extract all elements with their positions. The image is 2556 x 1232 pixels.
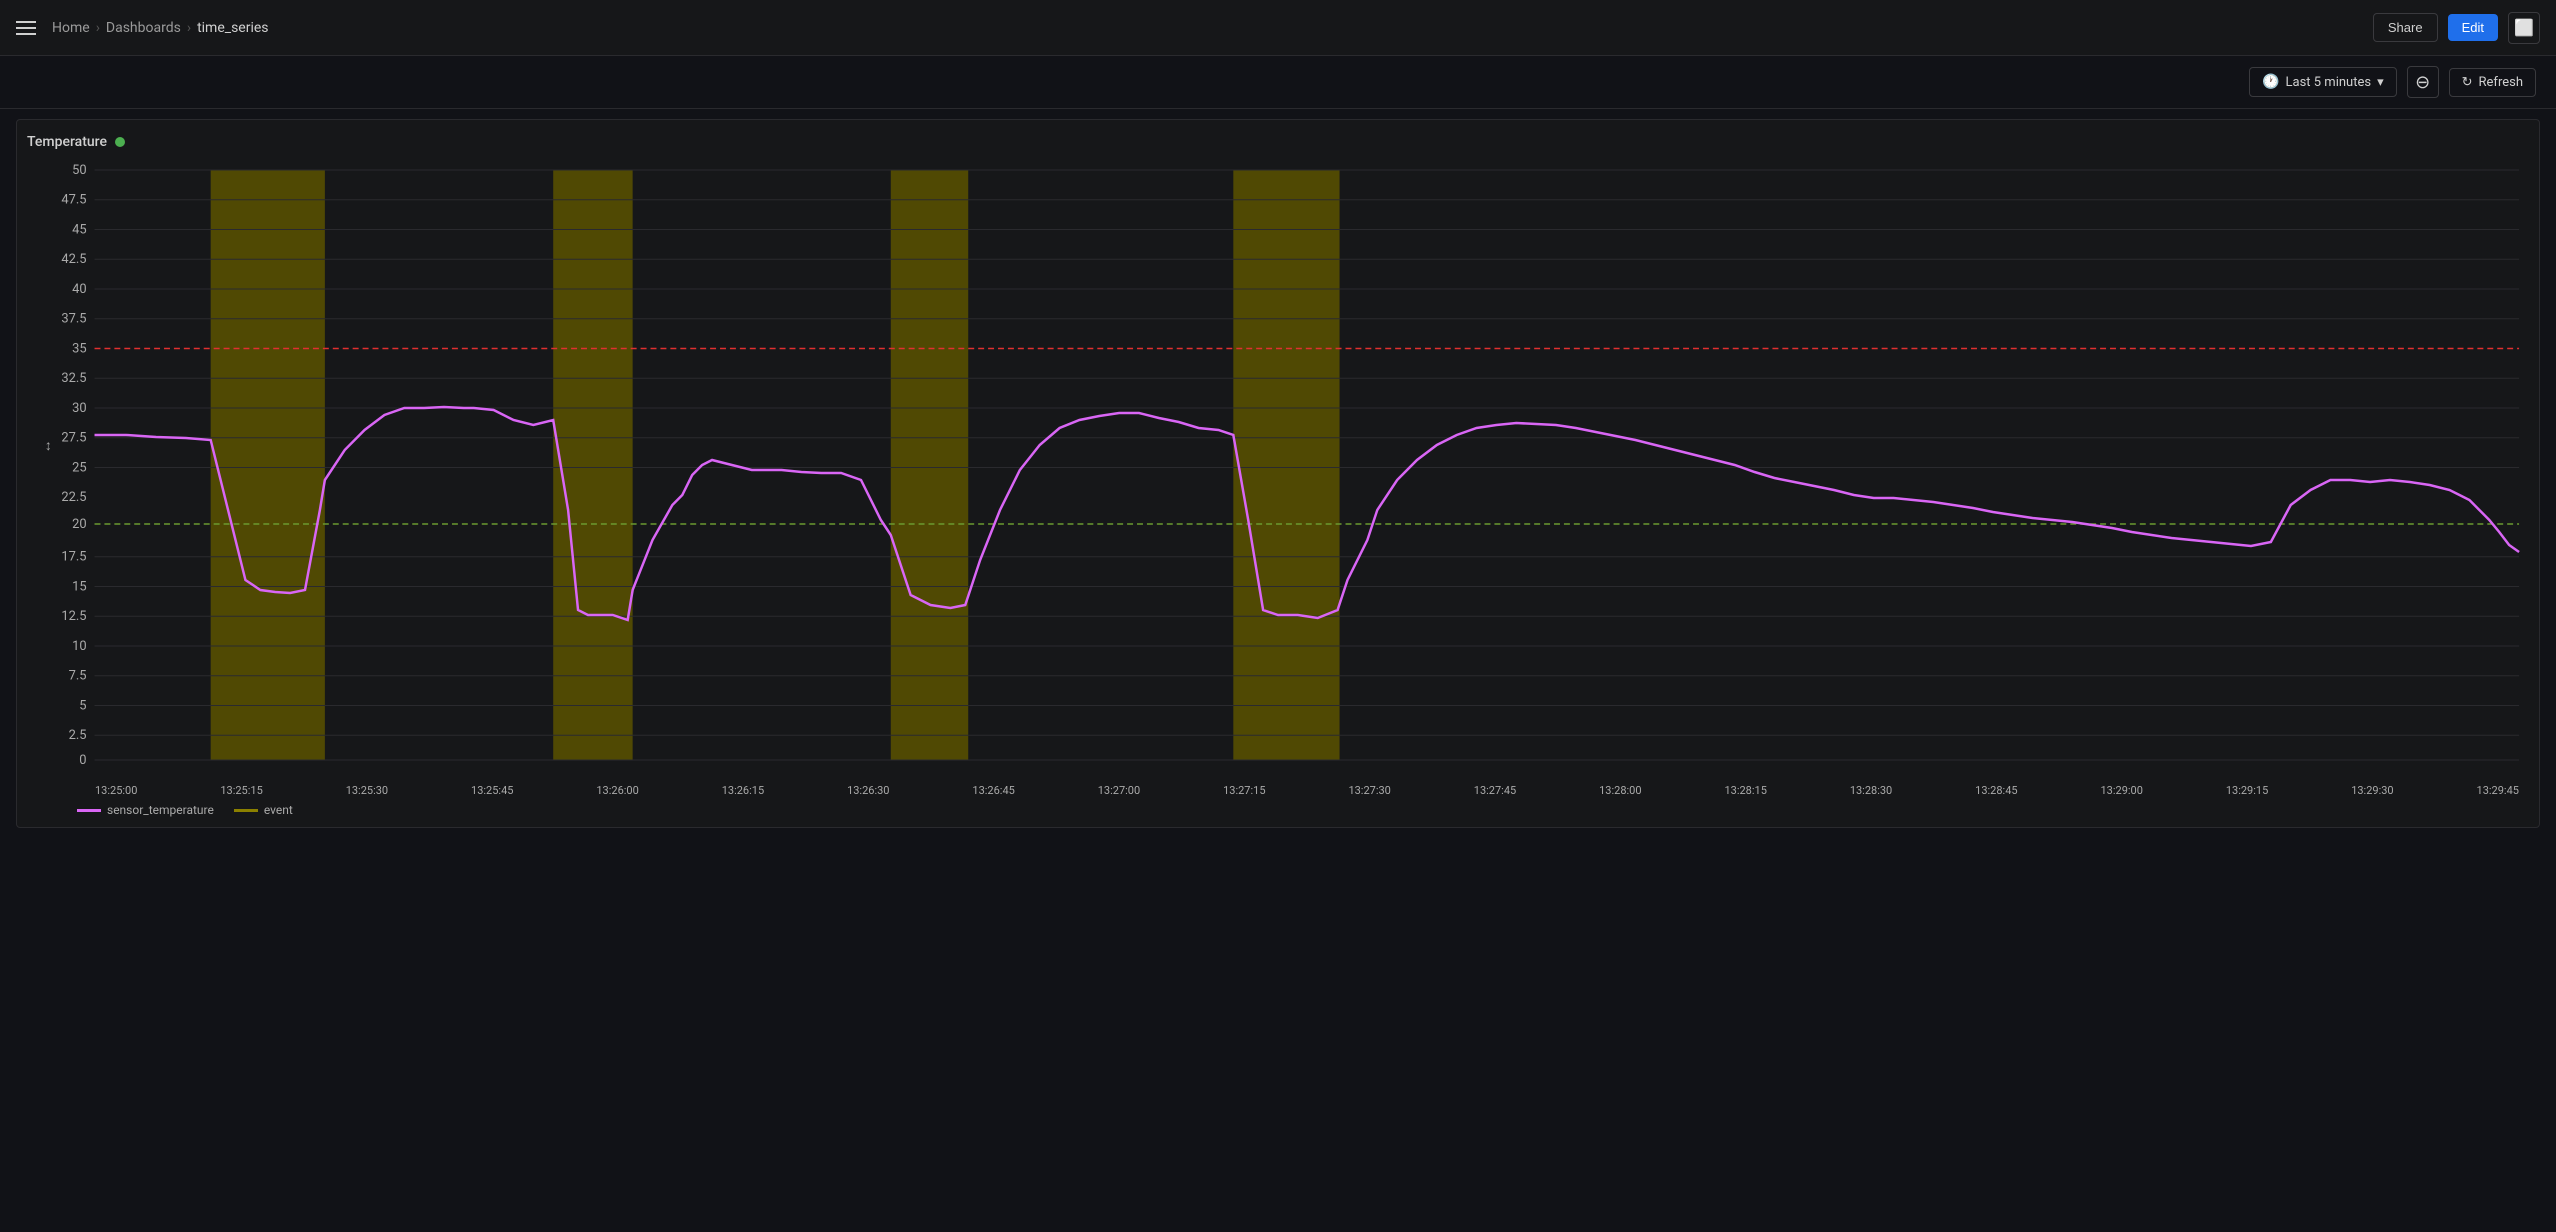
x-label-9: 13:27:15: [1223, 784, 1265, 797]
x-label-19: 13:29:45: [2477, 784, 2519, 797]
svg-text:50: 50: [72, 163, 86, 178]
chart-panel: Temperature: [16, 119, 2540, 828]
svg-text:5: 5: [79, 698, 86, 713]
x-label-16: 13:29:00: [2101, 784, 2143, 797]
legend-label-event: event: [264, 803, 293, 817]
svg-text:0: 0: [79, 753, 86, 768]
x-label-15: 13:28:45: [1975, 784, 2017, 797]
svg-text:27.5: 27.5: [61, 431, 86, 446]
event-band-3: [891, 170, 968, 760]
chevron-down-icon: ▾: [2377, 75, 2384, 90]
svg-text:32.5: 32.5: [61, 371, 86, 386]
breadcrumb-sep1: ›: [96, 20, 100, 36]
zoom-out-button[interactable]: ⊖: [2407, 66, 2439, 98]
chart-svg: 50 47.5 45 42.5 40 37.5 35 32.5 30 27.5 …: [27, 160, 2529, 780]
breadcrumb: Home › Dashboards › time_series: [52, 20, 269, 36]
event-band-2: [553, 170, 632, 760]
svg-text:47.5: 47.5: [61, 193, 86, 208]
x-label-13: 13:28:15: [1724, 784, 1766, 797]
svg-text:37.5: 37.5: [61, 312, 86, 327]
x-label-18: 13:29:30: [2351, 784, 2393, 797]
time-range-picker[interactable]: 🕐 Last 5 minutes ▾: [2249, 67, 2397, 97]
x-axis-labels: 13:25:00 13:25:15 13:25:30 13:25:45 13:2…: [27, 784, 2529, 797]
x-label-4: 13:26:00: [596, 784, 638, 797]
x-label-6: 13:26:30: [847, 784, 889, 797]
topbar-right: Share Edit ⬜: [2373, 12, 2540, 44]
x-label-8: 13:27:00: [1098, 784, 1140, 797]
legend-label-temperature: sensor_temperature: [107, 803, 214, 817]
svg-text:17.5: 17.5: [61, 550, 86, 565]
x-label-5: 13:26:15: [722, 784, 764, 797]
refresh-icon: ↻: [2462, 75, 2473, 90]
x-label-12: 13:28:00: [1599, 784, 1641, 797]
breadcrumb-home[interactable]: Home: [52, 20, 90, 36]
menu-icon[interactable]: [16, 18, 36, 38]
topbar-left: Home › Dashboards › time_series: [16, 18, 269, 38]
legend-line-event: [234, 809, 258, 812]
breadcrumb-dashboards[interactable]: Dashboards: [106, 20, 181, 36]
svg-text:42.5: 42.5: [61, 252, 86, 267]
chart-title-text: Temperature: [27, 134, 107, 150]
svg-text:45: 45: [72, 222, 86, 237]
x-label-2: 13:25:30: [346, 784, 388, 797]
event-band-1: [211, 170, 325, 760]
x-label-14: 13:28:30: [1850, 784, 1892, 797]
x-label-17: 13:29:15: [2226, 784, 2268, 797]
x-label-11: 13:27:45: [1474, 784, 1516, 797]
svg-text:7.5: 7.5: [69, 669, 87, 684]
refresh-button[interactable]: ↻ Refresh: [2449, 68, 2536, 97]
svg-text:35: 35: [72, 341, 86, 356]
svg-text:10: 10: [72, 639, 86, 654]
svg-text:20: 20: [72, 517, 86, 532]
svg-text:2.5: 2.5: [69, 728, 87, 743]
clock-icon: 🕐: [2262, 74, 2279, 90]
x-label-1: 13:25:15: [220, 784, 262, 797]
svg-text:↕: ↕: [45, 438, 52, 454]
refresh-label: Refresh: [2479, 75, 2523, 90]
share-button[interactable]: Share: [2373, 13, 2438, 42]
legend-item-temperature: sensor_temperature: [77, 803, 214, 817]
subtoolbar: 🕐 Last 5 minutes ▾ ⊖ ↻ Refresh: [0, 56, 2556, 109]
topbar: Home › Dashboards › time_series Share Ed…: [0, 0, 2556, 56]
svg-text:15: 15: [72, 579, 86, 594]
breadcrumb-current: time_series: [197, 20, 268, 36]
svg-text:12.5: 12.5: [61, 609, 86, 624]
legend-item-event: event: [234, 803, 293, 817]
x-label-3: 13:25:45: [471, 784, 513, 797]
x-label-7: 13:26:45: [972, 784, 1014, 797]
chart-legend: sensor_temperature event: [27, 803, 2529, 817]
x-label-10: 13:27:30: [1348, 784, 1390, 797]
chart-area: 50 47.5 45 42.5 40 37.5 35 32.5 30 27.5 …: [27, 160, 2529, 780]
breadcrumb-sep2: ›: [187, 20, 191, 36]
legend-line-temperature: [77, 809, 101, 812]
svg-text:30: 30: [72, 401, 86, 416]
time-range-label: Last 5 minutes: [2286, 75, 2372, 90]
chart-title: Temperature: [27, 134, 2529, 150]
status-dot: [115, 137, 125, 147]
svg-text:22.5: 22.5: [61, 490, 86, 505]
svg-text:25: 25: [72, 460, 86, 475]
event-band-4: [1233, 170, 1339, 760]
tv-mode-button[interactable]: ⬜: [2508, 12, 2540, 44]
svg-text:40: 40: [72, 282, 86, 297]
x-label-0: 13:25:00: [95, 784, 137, 797]
edit-button[interactable]: Edit: [2448, 14, 2498, 41]
zoom-out-icon: ⊖: [2415, 72, 2430, 93]
